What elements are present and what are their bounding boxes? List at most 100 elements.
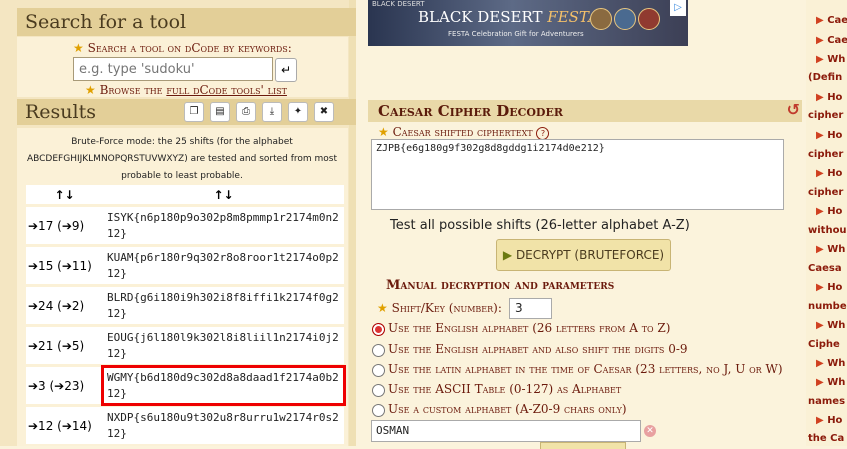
results-header-row: ↑↓ ↑↓ xyxy=(26,185,344,204)
results-description: Brute-Force mode: the 25 shifts (for the… xyxy=(26,137,338,181)
alphabet-latin-label[interactable]: Use the latin alphabet in the time of Ca… xyxy=(388,362,783,376)
test-all-text: Test all possible shifts (26-letter alph… xyxy=(390,218,690,233)
bullet-icon: ▶ xyxy=(816,206,824,217)
bullet-icon: ▶ xyxy=(816,320,824,331)
sidebar-link-text[interactable]: cipher xyxy=(808,110,843,121)
result-text-cell[interactable]: NXDP{s6u180u9t302u8r8urru1w2174r0s212} xyxy=(103,407,344,444)
sidebar-link-text[interactable]: Ciphe xyxy=(808,339,840,350)
alphabet-ascii-label[interactable]: Use the ASCII Table (0-127) as Alphabet xyxy=(388,382,621,396)
sidebar-link-text[interactable]: Caesa xyxy=(808,263,842,274)
shift-input[interactable]: 3 xyxy=(509,298,552,319)
highlighted-result-cell[interactable]: WGMY{b6d180d9c302d8a8daad1f2174a0b212} xyxy=(101,365,346,406)
bullet-icon: ▶ xyxy=(816,168,824,179)
sidebar-link-text[interactable]: the Ca xyxy=(808,433,844,444)
shift-cell: ➔15 (➔11) xyxy=(26,247,103,284)
sidebar-link-text[interactable]: numbe xyxy=(808,301,847,312)
result-text-cell[interactable]: EOUG{j6l180l9k302l8i8liil1n2174i0j212} xyxy=(103,327,344,364)
alphabet-digits-label[interactable]: Use the English alphabet and also shift … xyxy=(388,342,688,356)
table-row[interactable]: ➔12 (➔14) NXDP{s6u180u9t302u8r8urru1w217… xyxy=(26,407,344,444)
result-text-cell[interactable]: ISYK{n6p180p9o302p8m8pmmp1r2174m0n212} xyxy=(103,207,344,244)
sidebar-link[interactable]: ▶ Ho xyxy=(816,206,842,217)
alphabet-custom-radio[interactable] xyxy=(372,404,385,417)
bullet-icon: ▶ xyxy=(816,358,824,369)
shift-label: ★ Shift/Key (number): xyxy=(377,301,502,315)
table-row[interactable]: ➔21 (➔5) EOUG{j6l180l9k302l8i8liil1n2174… xyxy=(26,327,344,364)
alphabet-english-label[interactable]: Use the English alphabet (26 letters fro… xyxy=(388,321,670,335)
search-label: ★ Search a tool on dCode by keywords: xyxy=(73,41,292,55)
search-submit-button[interactable]: ↵ xyxy=(275,58,297,82)
sidebar-link-text[interactable]: cipher xyxy=(808,187,843,198)
sidebar-link[interactable]: ▶ Wh xyxy=(816,358,845,369)
bullet-icon: ▶ xyxy=(816,35,824,46)
shift-cell: ➔24 (➔2) xyxy=(26,287,103,324)
ad-banner[interactable]: BLACK DESERT BLACK DESERT FESTA FESTA Ce… xyxy=(368,0,688,46)
alphabet-digits-radio[interactable] xyxy=(372,344,385,357)
right-sidebar: ▶ Cae ▶ Cae ▶ Wh (Defin ▶ Ho cipher ▶ Ho… xyxy=(806,0,847,446)
sort-shift-header[interactable]: ↑↓ xyxy=(26,185,103,204)
bullet-icon: ▶ xyxy=(816,415,824,426)
table-row[interactable]: ➔17 (➔9) ISYK{n6p180p9o302p8m8pmmp1r2174… xyxy=(26,207,344,244)
manual-title: Manual decryption and parameters xyxy=(386,278,615,293)
custom-alphabet-input[interactable]: OSMAN xyxy=(371,420,641,442)
download-button[interactable]: ⤓ xyxy=(262,102,282,122)
bullet-icon: ▶ xyxy=(816,92,824,103)
print-icon: ⎙ xyxy=(242,106,250,117)
sidebar-link[interactable]: ▶ Ho xyxy=(816,415,842,426)
pin-button[interactable]: ✦ xyxy=(288,102,308,122)
copy-button[interactable]: ❐ xyxy=(184,102,204,122)
copy-icon: ❐ xyxy=(189,106,199,117)
bullet-icon: ▶ xyxy=(816,377,824,388)
sidebar-link[interactable]: ▶ Wh xyxy=(816,320,845,331)
alphabet-english-radio[interactable] xyxy=(372,323,385,336)
close-button[interactable]: ✖ xyxy=(314,102,334,122)
ciphertext-input[interactable]: ZJPB{e6g180g9f302g8d8gddg1i2174d0e212} xyxy=(371,139,784,210)
result-text-cell[interactable]: KUAM{p6r180r9q302r8o8roor1t2174o0p212} xyxy=(103,247,344,284)
table-row[interactable]: ➔3 (➔23) WGMY{b6d180d9c302d8a8daad1f2174… xyxy=(26,365,346,406)
column-divider xyxy=(349,0,356,446)
sidebar-link[interactable]: ▶ Cae xyxy=(816,15,847,26)
star-icon: ★ xyxy=(73,41,84,55)
sidebar-link[interactable]: ▶ Wh xyxy=(816,54,845,65)
sidebar-link[interactable]: ▶ Ho xyxy=(816,282,842,293)
refresh-icon[interactable]: ↺ xyxy=(787,100,800,119)
sort-text-header[interactable]: ↑↓ xyxy=(103,185,344,204)
cipher-label: ★ Caesar shifted ciphertext ? xyxy=(378,125,550,140)
close-icon: ✖ xyxy=(319,106,329,117)
print-button[interactable]: ⎙ xyxy=(236,102,256,122)
ad-logo: BLACK DESERT xyxy=(372,0,425,8)
sidebar-link-text[interactable]: cipher xyxy=(808,149,843,160)
browse-tools-link[interactable]: full dCode tools' list xyxy=(166,83,287,97)
search-panel: ★ Search a tool on dCode by keywords: ↵ … xyxy=(17,37,348,97)
sidebar-link-text[interactable]: (Defin xyxy=(808,72,842,83)
sidebar-link[interactable]: ▶ Ho xyxy=(816,168,842,179)
enter-icon: ↵ xyxy=(280,63,292,77)
ad-info-icon[interactable]: ▷ xyxy=(670,0,686,16)
search-panel-title: Search for a tool xyxy=(17,8,356,36)
sidebar-link-text[interactable]: withou xyxy=(808,225,847,236)
clipboard-button[interactable]: ▤ xyxy=(210,102,230,122)
sidebar-link[interactable]: ▶ Wh xyxy=(816,377,845,388)
table-row[interactable]: ➔15 (➔11) KUAM{p6r180r9q302r8o8roor1t217… xyxy=(26,247,344,284)
search-input[interactable] xyxy=(73,57,273,81)
shift-cell: ➔21 (➔5) xyxy=(26,327,103,364)
bullet-icon: ▶ xyxy=(816,15,824,26)
alphabet-ascii-radio[interactable] xyxy=(372,384,385,397)
alphabet-latin-radio[interactable] xyxy=(372,364,385,377)
results-table: ↑↓ ↑↓ ➔17 (➔9) ISYK{n6p180p9o302p8m8pmmp… xyxy=(26,182,346,447)
sidebar-link[interactable]: ▶ Ho xyxy=(816,92,842,103)
play-icon: ▶ xyxy=(502,248,513,262)
pin-icon: ✦ xyxy=(293,106,303,117)
decoder-header: Caesar Cipher Decoder ↺ xyxy=(368,100,802,122)
sidebar-link[interactable]: ▶ Ho xyxy=(816,130,842,141)
star-icon: ★ xyxy=(85,83,96,97)
sidebar-link[interactable]: ▶ Cae xyxy=(816,35,847,46)
clear-icon[interactable]: ✕ xyxy=(644,425,656,437)
alphabet-custom-label[interactable]: Use a custom alphabet (A-Z0-9 chars only… xyxy=(388,402,627,416)
bullet-icon: ▶ xyxy=(816,54,824,65)
result-text-cell[interactable]: BLRD{g6i180i9h302i8f8iffi1k2174f0g212} xyxy=(103,287,344,324)
sidebar-link[interactable]: ▶ Wh xyxy=(816,244,845,255)
shift-cell: ➔3 (➔23) xyxy=(26,367,103,404)
sidebar-link-text[interactable]: names xyxy=(808,396,845,407)
table-row[interactable]: ➔24 (➔2) BLRD{g6i180i9h302i8f8iffi1k2174… xyxy=(26,287,344,324)
decrypt-bruteforce-button[interactable]: ▶ DECRYPT (BRUTEFORCE) xyxy=(496,239,671,271)
